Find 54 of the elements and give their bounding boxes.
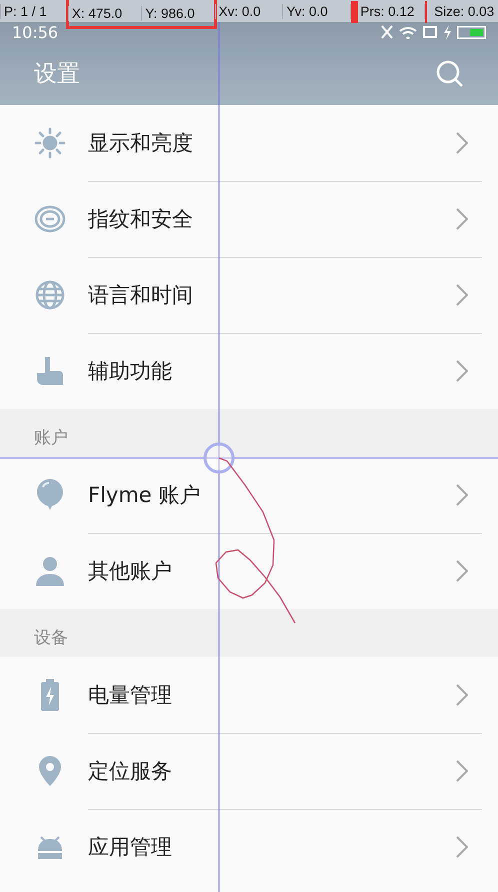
chevron-right-icon — [456, 132, 468, 154]
sun-icon — [34, 127, 66, 159]
location-pin-icon — [38, 755, 62, 787]
chevron-right-icon — [456, 560, 468, 582]
chevron-right-icon — [456, 360, 468, 382]
settings-list-item[interactable]: 定位服务 — [0, 733, 498, 809]
muted-icon — [381, 25, 393, 39]
status-time: 10:56 — [12, 22, 58, 42]
pointer-reading: X: 475.0 — [72, 6, 122, 20]
charging-icon — [443, 24, 451, 40]
chevron-right-icon — [456, 284, 468, 306]
settings-list-item[interactable]: 指纹和安全 — [0, 181, 498, 257]
item-label: 电量管理 — [88, 682, 173, 708]
pointer-reading: Xv: 0.0 — [218, 4, 261, 18]
touch-point-circle — [204, 442, 234, 474]
settings-list-item[interactable]: 辅助功能 — [0, 333, 498, 409]
item-label: 显示和亮度 — [88, 130, 194, 156]
pointer-reading: Prs: 0.12 — [360, 4, 414, 18]
item-label: 应用管理 — [88, 834, 173, 861]
chevron-right-icon — [456, 760, 468, 782]
item-label: 定位服务 — [88, 758, 173, 784]
item-label: 其他账户 — [88, 558, 173, 585]
page-title: 设置 — [34, 60, 81, 89]
settings-list-item[interactable]: 其他账户 — [0, 533, 498, 609]
section-title: 设备 — [34, 627, 68, 649]
chevron-right-icon — [456, 836, 468, 858]
settings-list-item[interactable]: 应用管理 — [0, 809, 498, 885]
person-icon — [35, 556, 65, 586]
item-label: 语言和时间 — [88, 282, 194, 308]
search-icon[interactable] — [436, 60, 464, 88]
pointer-reading: Size: 0.03 — [434, 4, 494, 18]
section-title: 账户 — [34, 427, 68, 449]
android-icon — [35, 835, 65, 859]
settings-list-item[interactable]: 电量管理 — [0, 657, 498, 733]
balloon-icon — [36, 478, 64, 512]
item-label: 辅助功能 — [88, 358, 173, 385]
fingerprint-icon — [34, 205, 66, 233]
battery-icon — [40, 679, 60, 711]
wifi-icon — [399, 26, 417, 38]
item-label: 指纹和安全 — [88, 206, 194, 232]
hand-icon — [35, 355, 65, 387]
chevron-right-icon — [456, 208, 468, 230]
pointer-reading: Y: 986.0 — [145, 6, 195, 20]
battery-icon — [457, 26, 486, 38]
settings-list-item[interactable]: 显示和亮度 — [0, 105, 498, 181]
pointer-reading: P: 1 / 1 — [4, 4, 47, 18]
chevron-right-icon — [456, 684, 468, 706]
pointer-reading: Yv: 0.0 — [286, 4, 328, 18]
globe-icon — [35, 280, 65, 310]
chevron-right-icon — [456, 484, 468, 506]
settings-list-item[interactable]: Flyme 账户 — [0, 457, 498, 533]
square-icon — [423, 26, 437, 38]
settings-list-item[interactable]: 语言和时间 — [0, 257, 498, 333]
item-label: Flyme 账户 — [88, 482, 202, 508]
